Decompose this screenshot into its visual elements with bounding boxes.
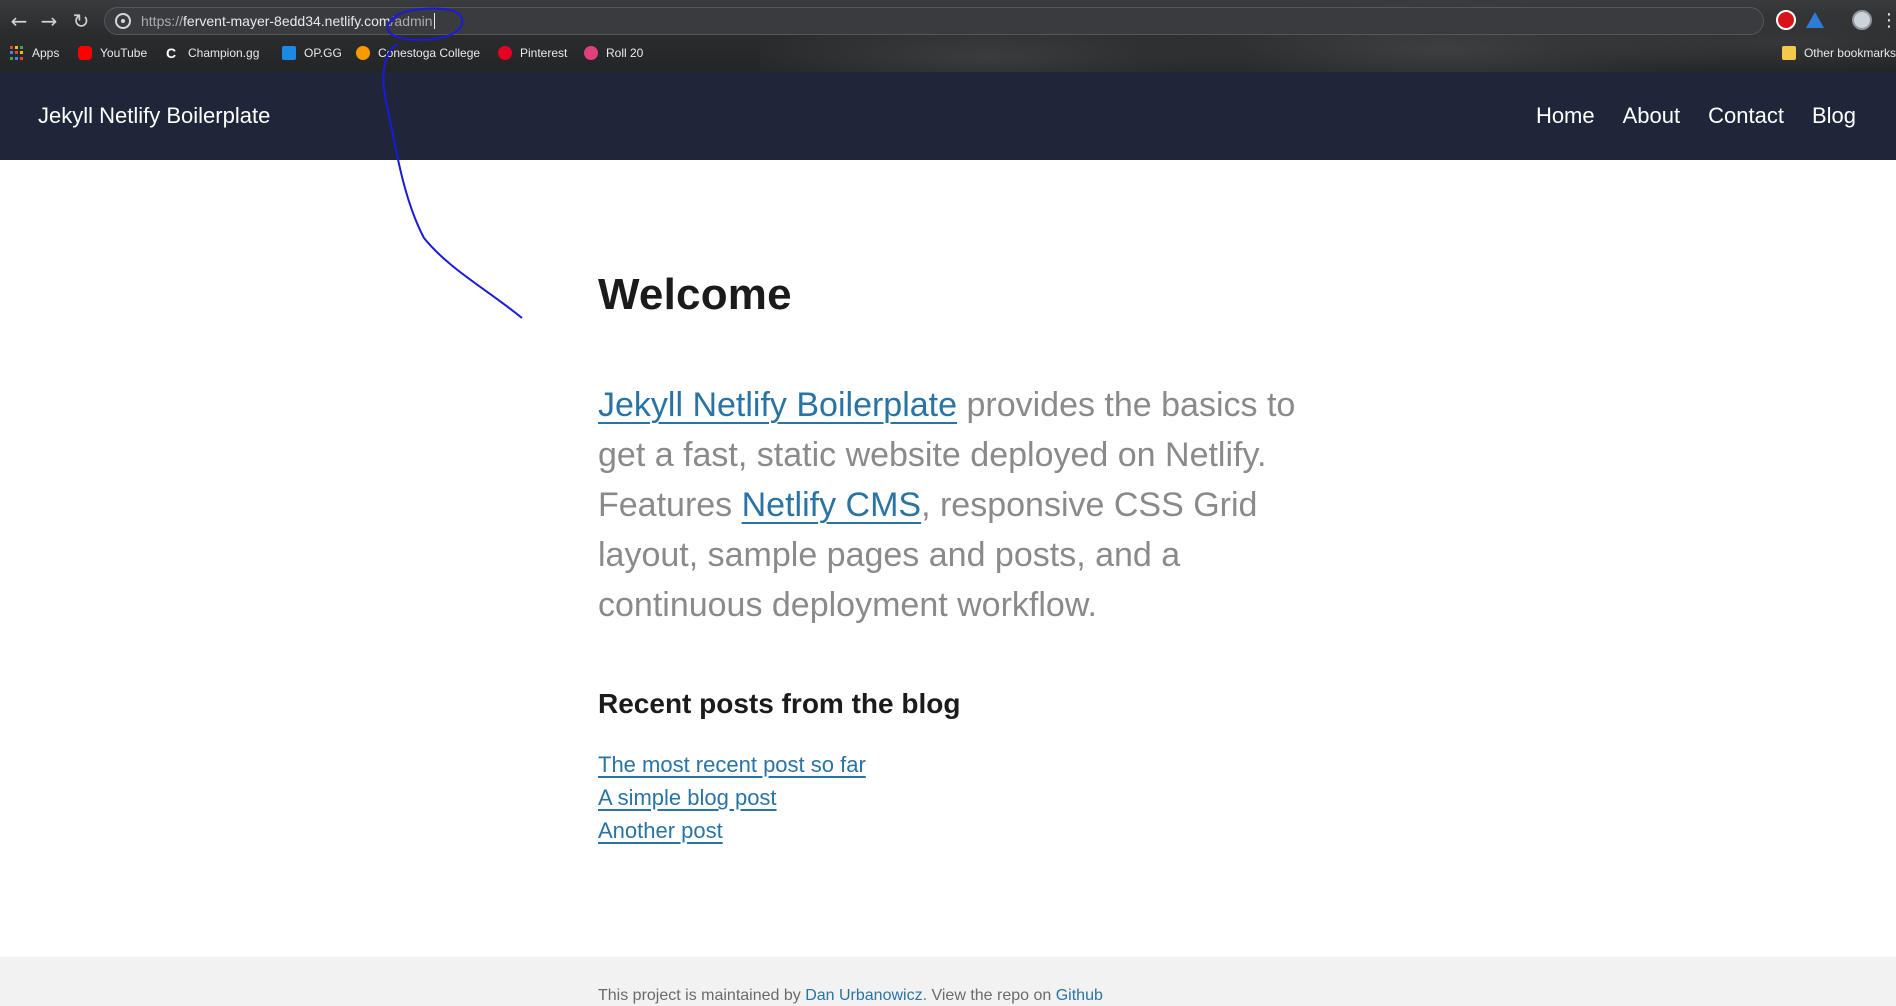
list-item: A simple blog post: [598, 781, 1318, 814]
site-footer: This project is maintained by Dan Urbano…: [0, 957, 1896, 1006]
site-title-link[interactable]: Jekyll Netlify Boilerplate: [38, 103, 270, 129]
site-info-icon[interactable]: [115, 13, 131, 29]
github-link[interactable]: Github: [1056, 987, 1103, 1004]
browser-menu-icon[interactable]: ⋮: [1880, 10, 1896, 30]
bookmark-conestoga[interactable]: Conestoga College: [356, 42, 480, 64]
bookmark-roll20[interactable]: Roll 20: [584, 42, 643, 64]
extension-red-icon[interactable]: [1776, 10, 1796, 30]
footer-text-1: This project is maintained by: [598, 987, 806, 1004]
bookmark-youtube[interactable]: YouTube: [78, 42, 147, 64]
post-link[interactable]: A simple blog post: [598, 785, 777, 810]
bookmark-label: Other bookmarks: [1803, 46, 1896, 60]
nav-about[interactable]: About: [1623, 103, 1681, 129]
conestoga-icon: [356, 46, 370, 60]
bookmarks-bar: Apps YouTube C Champion.gg OP.GG Conesto…: [0, 42, 1896, 64]
page-title: Welcome: [598, 270, 792, 319]
post-list: The most recent post so far A simple blo…: [598, 748, 1318, 847]
recent-posts-heading: Recent posts from the blog: [598, 688, 961, 719]
post-link[interactable]: Another post: [598, 818, 723, 843]
footer-text: This project is maintained by Dan Urbano…: [598, 987, 1103, 1005]
bookmark-label: YouTube: [100, 46, 148, 60]
roll20-icon: [584, 46, 598, 60]
post-link[interactable]: The most recent post so far: [598, 752, 866, 777]
bookmark-apps[interactable]: Apps: [10, 42, 59, 64]
netlify-cms-link[interactable]: Netlify CMS: [742, 486, 921, 524]
url-text[interactable]: https://fervent-mayer-8edd34.netlify.com…: [141, 13, 435, 29]
bookmark-opgg[interactable]: OP.GG: [282, 42, 342, 64]
footer-text-2: . View the repo on: [922, 987, 1056, 1004]
pinterest-icon: [498, 46, 512, 60]
nav-home[interactable]: Home: [1536, 103, 1595, 129]
bookmark-label: Champion.gg: [188, 46, 260, 60]
forward-arrow-icon[interactable]: →: [36, 8, 62, 34]
nav-contact[interactable]: Contact: [1708, 103, 1784, 129]
nav-blog[interactable]: Blog: [1812, 103, 1856, 129]
bookmark-label: Apps: [32, 46, 60, 60]
back-arrow-icon[interactable]: ←: [6, 8, 32, 34]
extension-triangle-icon[interactable]: [1806, 12, 1824, 28]
main-content: Welcome Jekyll Netlify Boilerplate provi…: [598, 270, 1318, 847]
url-scheme: https://: [141, 13, 184, 29]
youtube-icon: [78, 46, 92, 60]
bookmark-label: Pinterest: [520, 46, 568, 60]
bookmark-label: Roll 20: [606, 46, 644, 60]
bookmark-pinterest[interactable]: Pinterest: [498, 42, 567, 64]
text-caret: [433, 13, 435, 29]
browser-chrome: ← → ↻ https://fervent-mayer-8edd34.netli…: [0, 0, 1896, 72]
reload-icon[interactable]: ↻: [68, 8, 94, 34]
bookmark-other[interactable]: Other bookmarks: [1781, 42, 1896, 64]
site-header: Jekyll Netlify Boilerplate Home About Co…: [0, 72, 1896, 160]
list-item: The most recent post so far: [598, 748, 1318, 781]
boilerplate-link[interactable]: Jekyll Netlify Boilerplate: [598, 386, 957, 424]
folder-icon: [1781, 46, 1796, 60]
url-host: fervent-mayer-8edd34.netlify.com: [183, 13, 391, 29]
intro-paragraph: Jekyll Netlify Boilerplate provides the …: [598, 380, 1318, 630]
bookmark-label: OP.GG: [304, 46, 342, 60]
champion-gg-icon: C: [166, 45, 177, 61]
site-nav: Home About Contact Blog: [1536, 103, 1856, 129]
bookmark-label: Conestoga College: [378, 46, 481, 60]
apps-grid-icon: [10, 46, 24, 60]
opgg-icon: [282, 46, 296, 60]
profile-avatar[interactable]: [1852, 10, 1872, 30]
address-bar[interactable]: https://fervent-mayer-8edd34.netlify.com…: [104, 7, 1764, 35]
url-path: /admin: [390, 13, 433, 29]
bookmark-champion-gg[interactable]: C Champion.gg: [166, 42, 259, 64]
author-link[interactable]: Dan Urbanowicz: [805, 987, 922, 1004]
list-item: Another post: [598, 814, 1318, 847]
